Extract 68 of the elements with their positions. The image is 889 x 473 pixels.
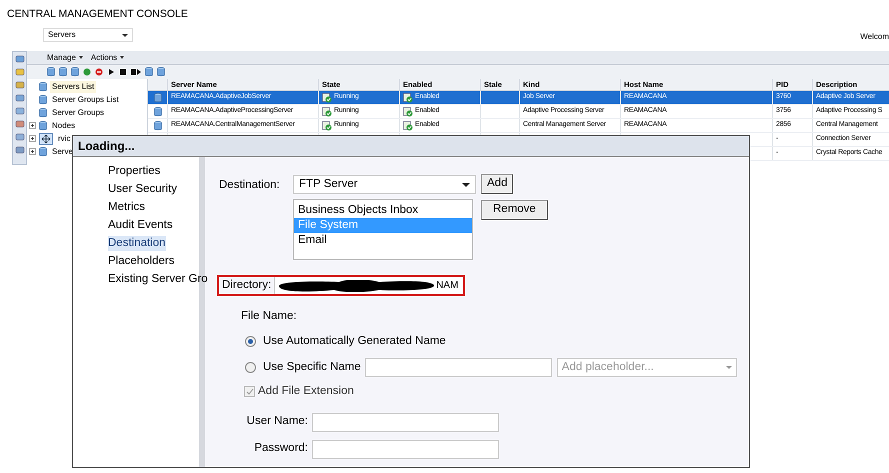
nav-link[interactable]: Metrics: [108, 200, 146, 215]
field-label: Password:: [253, 441, 309, 456]
tree-item[interactable]: Serve: [50, 146, 75, 158]
server-icon: [39, 94, 47, 104]
destination-label: Destination:: [219, 178, 281, 193]
enabled-icon: [403, 120, 413, 130]
server-icon: [39, 120, 47, 130]
expand-icon[interactable]: [29, 135, 36, 142]
user-name-field[interactable]: [312, 412, 499, 432]
server-icon: [39, 108, 47, 118]
running-icon: [322, 92, 332, 102]
caret-icon: [120, 56, 124, 59]
server-icon: [154, 106, 162, 116]
caret-icon: [78, 56, 83, 59]
caret-icon: [726, 366, 732, 370]
directory-field[interactable]: NAM: [275, 278, 463, 293]
check-icon: [246, 388, 254, 396]
nav-link[interactable]: Existing Server Gro: [108, 272, 208, 287]
radio-button[interactable]: [245, 336, 256, 348]
directory-label: Directory:: [219, 277, 276, 294]
app-title: CENTRAL MANAGEMENT CONSOLE: [7, 7, 188, 22]
tree-item[interactable]: Servers List: [50, 80, 96, 92]
dialog-title: Loading...: [78, 138, 135, 155]
file-name-label: File Name:: [241, 309, 298, 324]
caret-icon: [122, 34, 128, 36]
stop-icon[interactable]: [95, 68, 103, 76]
tree-item[interactable]: rvic: [56, 132, 72, 144]
server-icon: [154, 92, 162, 102]
destination-select[interactable]: FTP Server: [293, 175, 476, 194]
server-icon: [39, 82, 47, 92]
view-select[interactable]: Servers: [43, 28, 133, 42]
tree-item[interactable]: Server Groups List: [50, 94, 121, 106]
specific-name-field[interactable]: [364, 358, 552, 378]
server-icon: [39, 146, 47, 156]
enabled-icon: [403, 106, 413, 116]
tree-item[interactable]: Nodes: [50, 120, 78, 132]
tree-item[interactable]: Server Groups: [50, 106, 106, 118]
menu-item[interactable]: Actions: [90, 52, 124, 64]
menu-item[interactable]: Manage: [47, 52, 83, 64]
play-icon[interactable]: [107, 68, 115, 76]
list-option[interactable]: Business Objects Inbox: [294, 203, 472, 218]
nav-link[interactable]: Destination: [108, 236, 166, 251]
nav-link[interactable]: User Security: [108, 182, 178, 197]
welcome-text: Welcom: [860, 31, 889, 43]
nav-link[interactable]: Placeholders: [108, 254, 174, 269]
expand-icon[interactable]: [29, 148, 36, 155]
directory-value: NAM: [436, 279, 458, 293]
radio-label: Use Specific Name: [263, 360, 361, 376]
field-label: User Name:: [246, 414, 309, 430]
checkbox-label: Add File Extension: [258, 384, 354, 400]
running-icon: [322, 106, 332, 116]
password-field[interactable]: [312, 440, 499, 458]
list-option[interactable]: Email: [294, 233, 472, 248]
add-button[interactable]: Add: [481, 174, 514, 194]
running-icon: [322, 120, 332, 130]
radio-label: Use Automatically Generated Name: [263, 334, 446, 350]
remove-button[interactable]: Remove: [481, 200, 548, 220]
expand-icon[interactable]: [29, 122, 36, 129]
restart-icon[interactable]: [131, 68, 141, 76]
server-icon: [154, 120, 162, 130]
start-icon[interactable]: [83, 68, 91, 76]
square-stop-icon[interactable]: [119, 68, 127, 76]
nav-link[interactable]: Audit Events: [108, 218, 173, 233]
move-cursor-icon: [39, 132, 53, 144]
radio-button[interactable]: [245, 362, 256, 374]
caret-icon: [462, 182, 470, 186]
nav-link[interactable]: Properties: [108, 164, 160, 179]
enabled-icon: [403, 92, 413, 102]
